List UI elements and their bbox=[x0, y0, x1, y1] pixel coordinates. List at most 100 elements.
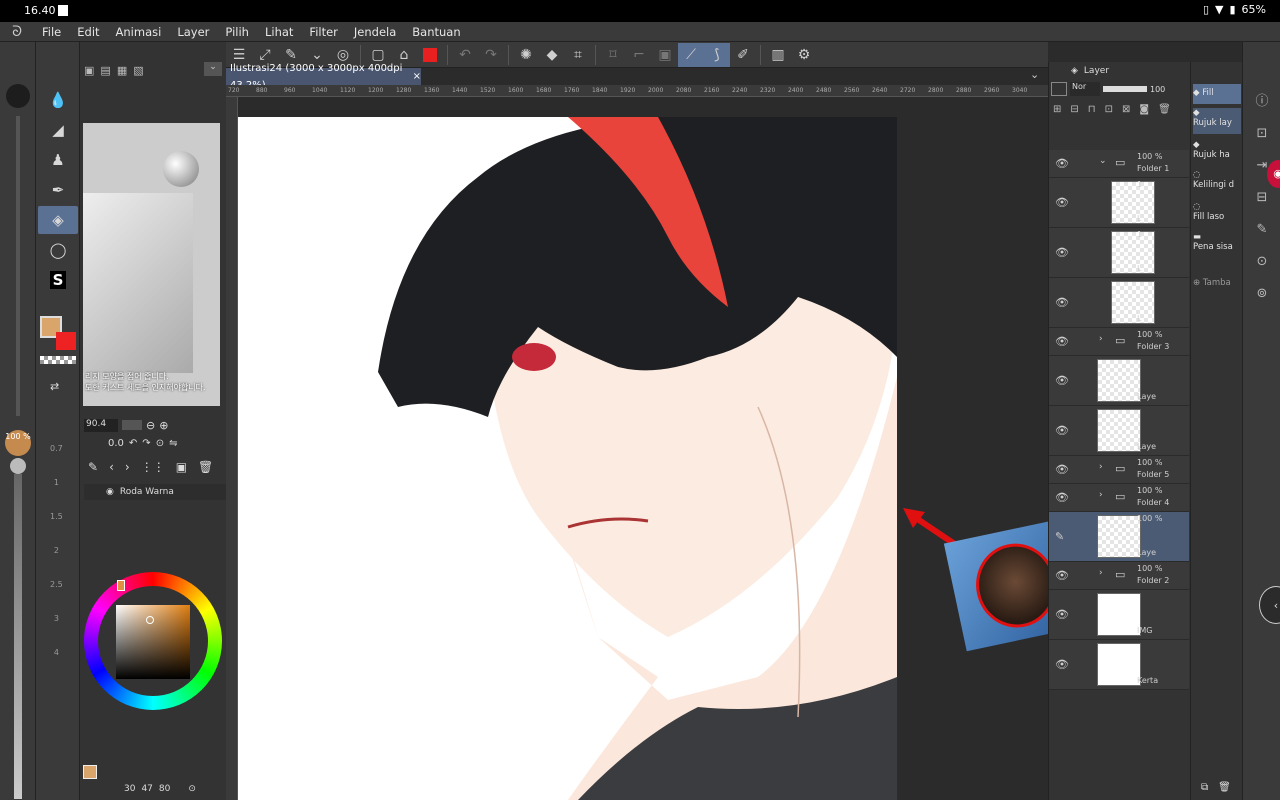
lasso-icon[interactable]: ◯ bbox=[38, 236, 78, 264]
pen-icon[interactable]: ✒ bbox=[38, 176, 78, 204]
copy-icon[interactable]: ⧉ bbox=[1201, 782, 1208, 793]
app-logo-icon[interactable]: ᘐ bbox=[0, 22, 34, 42]
layer-row[interactable]: 👁 › ▭ 100 % Folder 3 bbox=[1049, 328, 1189, 356]
canvas-tab[interactable]: Ilustrasi24 (3000 x 3000px 400dpi 43,2%)… bbox=[226, 63, 421, 91]
subtool-kelilingi[interactable]: ◌ Kelilingi d bbox=[1193, 170, 1241, 190]
next-icon[interactable]: › bbox=[125, 460, 130, 474]
visibility-eye-icon[interactable]: 👁 bbox=[1055, 246, 1069, 259]
brush-settings-icon[interactable]: ✎ bbox=[1251, 214, 1273, 246]
layer-row[interactable]: 👁 Laye bbox=[1049, 406, 1189, 456]
pen-snap-icon[interactable]: ⟆ bbox=[704, 42, 730, 67]
expand-panel-icon[interactable]: ‹ bbox=[1259, 586, 1280, 624]
menu-edit[interactable]: Edit bbox=[69, 22, 107, 42]
ref-layer-icon[interactable]: ⊡ bbox=[1105, 104, 1113, 115]
lock-icon[interactable]: ⊠ bbox=[1122, 104, 1130, 115]
brush-size-47[interactable]: 47 bbox=[141, 784, 152, 794]
blend-mode-select[interactable]: Nor bbox=[1070, 82, 1100, 96]
chevron-down-icon[interactable]: ⌄ bbox=[1030, 68, 1039, 81]
menu-filter[interactable]: Filter bbox=[301, 22, 345, 42]
menu-lihat[interactable]: Lihat bbox=[257, 22, 301, 42]
brush-size-80[interactable]: 80 bbox=[159, 784, 170, 794]
search-icon[interactable]: ⊙ bbox=[1251, 246, 1273, 278]
bucket-tool-icon[interactable]: ◈ bbox=[38, 206, 78, 234]
layer-row[interactable]: 👁 › ▭ 100 % Folder 5 bbox=[1049, 456, 1189, 484]
size-slider-track[interactable] bbox=[14, 474, 22, 799]
chevron-right-icon[interactable]: › bbox=[1099, 490, 1103, 500]
settings-icon[interactable]: ⚙ bbox=[791, 43, 817, 67]
subtool-rujuk-layer[interactable]: ◆ Rujuk lay bbox=[1193, 108, 1241, 134]
chevron-right-icon[interactable]: › bbox=[1099, 462, 1103, 472]
color-swatch-red[interactable] bbox=[417, 43, 443, 67]
s-text-icon[interactable]: S bbox=[38, 266, 78, 294]
close-tab-icon[interactable]: × bbox=[413, 68, 421, 85]
edit-pen-icon[interactable]: ✎ bbox=[1055, 530, 1064, 543]
add-subtool-button[interactable]: ⊕ Tamba bbox=[1193, 278, 1241, 288]
layer-row[interactable]: ✎ 100 % Laye bbox=[1049, 512, 1189, 562]
trash-icon[interactable]: 🗑 bbox=[198, 460, 213, 474]
subtool-fill-laso[interactable]: ◌ Fill laso bbox=[1193, 202, 1241, 222]
size-bar[interactable] bbox=[122, 420, 142, 430]
delete-layer-icon[interactable]: 🗑 bbox=[1158, 104, 1171, 115]
mini-main-color[interactable] bbox=[83, 765, 97, 779]
pen-tool-icon[interactable]: ✐ bbox=[730, 43, 756, 67]
nav-tab-icon[interactable]: ▣ bbox=[84, 64, 94, 77]
layer-color-box[interactable] bbox=[1051, 82, 1067, 96]
menu-pilih[interactable]: Pilih bbox=[217, 22, 257, 42]
layer-row[interactable]: 👁 ⌄ ▭ 100 % Folder 1 bbox=[1049, 150, 1189, 178]
chevron-down-icon[interactable]: ⌄ bbox=[204, 62, 222, 76]
visibility-eye-icon[interactable]: 👁 bbox=[1055, 463, 1069, 476]
mask-icon[interactable]: ◙ bbox=[1139, 104, 1149, 115]
layer-row[interactable]: 👁 1 L bbox=[1049, 178, 1189, 228]
material-icon[interactable]: ⊚ bbox=[1251, 278, 1273, 310]
visibility-eye-icon[interactable]: 👁 bbox=[1055, 608, 1069, 621]
opacity-value[interactable]: 100 bbox=[1150, 85, 1165, 94]
zoom-in-icon[interactable]: ⊕ bbox=[159, 419, 168, 432]
undo-icon[interactable]: ↶ bbox=[452, 43, 478, 67]
visibility-eye-icon[interactable]: 👁 bbox=[1055, 296, 1069, 309]
trash-icon[interactable]: 🗑 bbox=[1218, 782, 1231, 793]
clip-icon[interactable]: ⊓ bbox=[1088, 104, 1096, 115]
visibility-eye-icon[interactable]: 👁 bbox=[1055, 335, 1069, 348]
transform-icon[interactable]: ⌗ bbox=[565, 43, 591, 67]
size-input[interactable]: 90.4 bbox=[84, 418, 118, 432]
menu-layer[interactable]: Layer bbox=[169, 22, 217, 42]
visibility-eye-icon[interactable]: 👁 bbox=[1055, 569, 1069, 582]
visibility-eye-icon[interactable]: 👁 bbox=[1055, 658, 1069, 671]
device-icon[interactable]: ▥ bbox=[765, 43, 791, 67]
settings-icon[interactable]: ⊙ bbox=[188, 784, 196, 794]
info-tab-icon[interactable]: ▧ bbox=[133, 64, 143, 77]
stamp-icon[interactable]: ♟ bbox=[38, 146, 78, 174]
layer-tab-icon[interactable]: ▤ bbox=[100, 64, 110, 77]
transparent-swatch[interactable] bbox=[40, 356, 76, 364]
new-layer-icon[interactable]: ⊞ bbox=[1053, 104, 1061, 115]
brush-size-30[interactable]: 30 bbox=[124, 784, 135, 794]
color-picker-cursor[interactable] bbox=[146, 616, 154, 624]
layer-row[interactable]: 👁 Kerta bbox=[1049, 640, 1189, 690]
snapshot-icon[interactable]: ▣ bbox=[176, 460, 187, 474]
size-track[interactable] bbox=[16, 116, 20, 416]
opacity-slider[interactable] bbox=[1103, 86, 1147, 92]
layer-row[interactable]: 👁 1 L bbox=[1049, 228, 1189, 278]
size-slider-knob[interactable] bbox=[10, 458, 26, 474]
subtool-rujuk-hanya[interactable]: ◆ Rujuk ha bbox=[1193, 140, 1241, 160]
chevron-right-icon[interactable]: › bbox=[1099, 568, 1103, 578]
visibility-eye-icon[interactable]: 👁 bbox=[1055, 424, 1069, 437]
chevron-down-icon[interactable]: ⌄ bbox=[1099, 156, 1107, 166]
history-icon[interactable]: ⊡ bbox=[1251, 118, 1273, 150]
menu-file[interactable]: File bbox=[34, 22, 69, 42]
layer-row[interactable]: 👁 › ▭ 100 % Folder 2 bbox=[1049, 562, 1189, 590]
info-icon[interactable]: ⓘ bbox=[1251, 86, 1273, 118]
ruler-snap-icon[interactable]: ⟋ bbox=[678, 42, 704, 67]
swap-color-icon[interactable]: ⇄ bbox=[50, 380, 59, 393]
selection-tool-icon[interactable]: ⌑ bbox=[600, 43, 626, 67]
adjust-icon[interactable]: ⊟ bbox=[1251, 182, 1273, 214]
chevron-right-icon[interactable]: › bbox=[1099, 334, 1103, 344]
prev-icon[interactable]: ‹ bbox=[109, 460, 114, 474]
grid-icon[interactable]: ⋮⋮ bbox=[141, 460, 165, 474]
drawing-canvas[interactable] bbox=[238, 117, 897, 800]
subtool-pena-sisa[interactable]: ▬ Pena sisa bbox=[1193, 232, 1241, 252]
zoom-out-icon[interactable]: ⊖ bbox=[146, 419, 155, 432]
visibility-eye-icon[interactable]: 👁 bbox=[1055, 157, 1069, 170]
sub-color-swatch[interactable] bbox=[56, 332, 76, 350]
layer-row[interactable]: 👁 › ▭ 100 % Folder 4 bbox=[1049, 484, 1189, 512]
